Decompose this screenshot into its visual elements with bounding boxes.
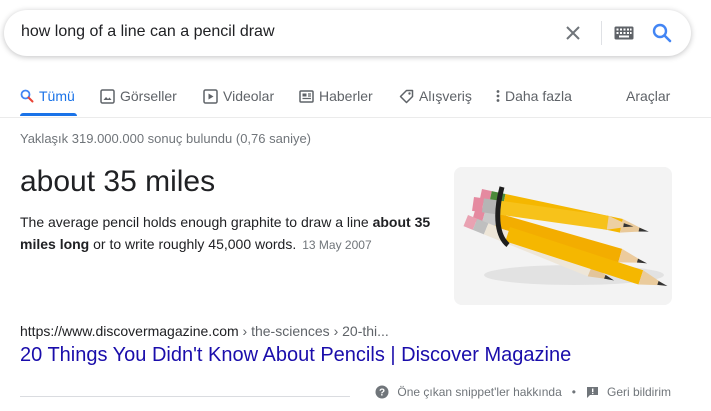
tabs-divider bbox=[0, 117, 711, 118]
result-breadcrumb: › the-sciences › 20-thi... bbox=[238, 323, 389, 339]
result-url[interactable]: https://www.discovermagazine.com › the-s… bbox=[20, 323, 389, 339]
search-icon bbox=[20, 89, 34, 103]
snippet-footer: ? Öne çıkan snippet'ler hakkında • Geri … bbox=[375, 385, 671, 399]
featured-image[interactable] bbox=[454, 167, 672, 305]
search-box[interactable]: how long of a line can a pencil draw bbox=[4, 10, 691, 56]
tab-label: Daha fazla bbox=[505, 88, 572, 104]
tab-label: Videolar bbox=[223, 88, 275, 104]
pencils-image bbox=[454, 167, 672, 305]
result-title-link[interactable]: 20 Things You Didn't Know About Pencils … bbox=[20, 344, 571, 367]
featured-snippet: The average pencil holds enough graphite… bbox=[20, 211, 435, 256]
more-vert-icon bbox=[495, 89, 501, 103]
tab-shopping[interactable]: Alışveriş bbox=[399, 86, 472, 106]
tab-news[interactable]: Haberler bbox=[299, 86, 373, 106]
search-tabs: Tümü Görseller Videolar Haberler Alışver… bbox=[0, 80, 711, 118]
svg-text:?: ? bbox=[379, 388, 385, 399]
search-icon[interactable] bbox=[648, 10, 676, 56]
tab-label: Haberler bbox=[319, 88, 373, 104]
result-domain: https://www.discovermagazine.com bbox=[20, 323, 239, 339]
feedback-link[interactable]: Geri bildirim bbox=[607, 385, 671, 399]
featured-answer: about 35 miles bbox=[20, 165, 216, 198]
image-icon bbox=[100, 88, 115, 104]
result-stats: Yaklaşık 319.000.000 sonuç bulundu (0,76… bbox=[20, 131, 312, 146]
tab-label: Alışveriş bbox=[419, 88, 472, 104]
tab-images[interactable]: Görseller bbox=[100, 86, 177, 106]
tab-all[interactable]: Tümü bbox=[20, 86, 75, 106]
footer-separator: • bbox=[571, 385, 576, 399]
newspaper-icon bbox=[299, 89, 314, 104]
tab-videos[interactable]: Videolar bbox=[203, 86, 274, 106]
tag-icon bbox=[399, 89, 414, 104]
search-input[interactable]: how long of a line can a pencil draw bbox=[21, 23, 275, 41]
snippet-text: The average pencil holds enough graphite… bbox=[20, 214, 373, 230]
snippet-text-end: or to write roughly 45,000 words. bbox=[89, 236, 297, 252]
feedback-icon bbox=[586, 386, 599, 399]
search-box-divider bbox=[601, 21, 602, 45]
about-snippets-link[interactable]: Öne çıkan snippet'ler hakkında bbox=[397, 385, 561, 399]
play-icon bbox=[203, 88, 218, 104]
active-tab-indicator bbox=[20, 113, 77, 116]
tab-label: Tümü bbox=[39, 88, 75, 104]
tab-label: Görseller bbox=[120, 88, 177, 104]
close-icon[interactable] bbox=[560, 10, 586, 56]
footer-divider bbox=[20, 396, 350, 397]
snippet-date: 13 May 2007 bbox=[302, 238, 372, 252]
tools-button[interactable]: Araçlar bbox=[626, 86, 670, 106]
keyboard-icon[interactable] bbox=[612, 10, 636, 56]
help-icon: ? bbox=[375, 385, 389, 399]
tab-more[interactable]: Daha fazla bbox=[495, 86, 572, 106]
tools-label: Araçlar bbox=[626, 88, 671, 104]
